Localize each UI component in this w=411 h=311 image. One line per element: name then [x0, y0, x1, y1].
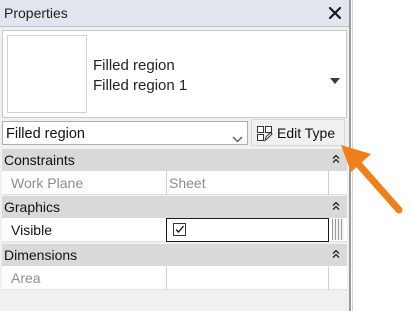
instance-filter-value: Filled region: [6, 126, 85, 142]
category-constraints[interactable]: Constraints: [2, 149, 347, 171]
palette-titlebar[interactable]: Properties: [0, 0, 349, 27]
dropdown-arrow-icon[interactable]: [330, 71, 340, 84]
property-row-visible: Visible: [2, 218, 347, 242]
edit-type-label: Edit Type: [277, 125, 336, 141]
property-row-area: Area: [2, 266, 347, 290]
edit-type-icon: [256, 125, 273, 147]
type-preview-image: [7, 35, 87, 113]
category-label: Dimensions: [4, 247, 78, 263]
category-label: Graphics: [4, 199, 61, 215]
palette-title: Properties: [4, 5, 68, 21]
properties-palette: Properties Filled region Filled region 1…: [0, 0, 349, 311]
property-row-work-plane: Work Plane Sheet: [2, 171, 347, 195]
row-divider: [328, 171, 329, 195]
property-value: Sheet: [169, 175, 206, 191]
callout-arrow-icon: [341, 145, 403, 214]
type-family-label: Filled region: [93, 57, 175, 74]
type-selector[interactable]: Filled region Filled region 1: [2, 30, 347, 118]
category-graphics[interactable]: Graphics: [2, 196, 347, 218]
category-label: Constraints: [4, 152, 75, 168]
type-name-label: Filled region 1: [93, 77, 188, 94]
property-label: Area: [11, 270, 41, 286]
column-resize-grip[interactable]: [332, 219, 344, 240]
row-divider: [328, 266, 329, 290]
property-label: Work Plane: [11, 175, 84, 191]
collapse-icon[interactable]: [332, 246, 340, 264]
edit-type-button[interactable]: Edit Type: [251, 119, 345, 146]
category-dimensions[interactable]: Dimensions: [2, 244, 347, 266]
property-label: Visible: [11, 222, 52, 238]
instance-filter-dropdown[interactable]: Filled region: [2, 121, 248, 145]
close-icon[interactable]: [325, 3, 345, 23]
visible-checkbox[interactable]: [173, 223, 186, 236]
chevron-down-icon: [232, 130, 243, 148]
column-divider: [166, 171, 167, 195]
property-value-cell[interactable]: [166, 218, 329, 242]
column-divider: [166, 266, 167, 290]
